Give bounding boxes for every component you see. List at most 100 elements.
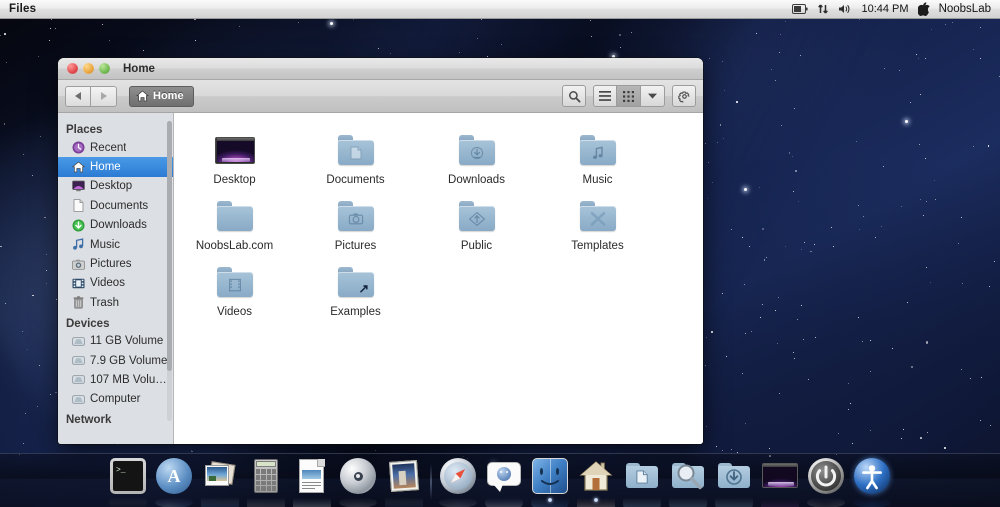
window-toolbar: Home bbox=[58, 80, 703, 113]
sidebar-scrollbar[interactable] bbox=[167, 121, 172, 421]
image-viewer-icon bbox=[385, 457, 423, 495]
accessibility-icon bbox=[853, 457, 891, 495]
back-button[interactable] bbox=[65, 86, 91, 107]
battery-icon[interactable] bbox=[792, 2, 808, 16]
music-icon bbox=[71, 238, 85, 252]
disc-icon bbox=[339, 457, 377, 495]
sidebar-item-desktop[interactable]: Desktop bbox=[58, 177, 173, 196]
file-item-downloads[interactable]: Downloads bbox=[416, 127, 537, 193]
dock-item-file-manager[interactable] bbox=[530, 457, 570, 501]
file-grid[interactable]: Desktop Documents bbox=[174, 113, 703, 444]
menubar-username[interactable]: NoobsLab bbox=[939, 3, 991, 15]
sidebar-item-label: Home bbox=[90, 161, 121, 173]
drive-icon bbox=[71, 334, 85, 348]
window-title: Home bbox=[123, 63, 155, 75]
file-item-templates[interactable]: Templates bbox=[537, 193, 658, 259]
sidebar-item-label: Recent bbox=[90, 142, 126, 154]
dock-item-home-folder[interactable] bbox=[576, 457, 616, 501]
file-row: NoobsLab.com Pictures bbox=[174, 193, 703, 259]
dock-item-app-store[interactable]: A bbox=[154, 457, 194, 501]
file-manager-window: Home Home bbox=[58, 58, 703, 444]
volume-icon[interactable] bbox=[838, 2, 852, 16]
menubar-app-name[interactable]: Files bbox=[0, 3, 36, 15]
chat-bubble-icon bbox=[485, 457, 523, 495]
dock-item-calculator[interactable] bbox=[246, 457, 286, 501]
icon-view-button[interactable] bbox=[617, 85, 641, 107]
folder-downloads-icon bbox=[455, 131, 499, 171]
file-item-desktop[interactable]: Desktop bbox=[174, 127, 295, 193]
breadcrumb-home[interactable]: Home bbox=[129, 86, 194, 107]
file-item-noobslab[interactable]: NoobsLab.com bbox=[174, 193, 295, 259]
file-item-documents[interactable]: Documents bbox=[295, 127, 416, 193]
forward-button[interactable] bbox=[91, 86, 117, 107]
file-item-examples[interactable]: Examples bbox=[295, 259, 416, 325]
sidebar-item-label: Desktop bbox=[90, 180, 132, 192]
file-item-public[interactable]: Public bbox=[416, 193, 537, 259]
dock-item-downloads[interactable] bbox=[714, 457, 754, 501]
sidebar-item-volume-11gb[interactable]: 11 GB Volume bbox=[58, 332, 173, 351]
gear-icon bbox=[678, 90, 691, 103]
dock-item-disc-burner[interactable] bbox=[338, 457, 378, 501]
sidebar-item-label: Computer bbox=[90, 393, 141, 405]
maximize-button[interactable] bbox=[99, 63, 110, 74]
sidebar-item-label: Pictures bbox=[90, 258, 132, 270]
photos-icon bbox=[201, 457, 239, 495]
dock-item-terminal[interactable]: >_ bbox=[108, 457, 148, 501]
dock-item-documents[interactable] bbox=[622, 457, 662, 501]
terminal-icon: >_ bbox=[109, 457, 147, 495]
desktop-icon bbox=[71, 179, 85, 193]
sidebar-item-trash[interactable]: Trash bbox=[58, 293, 173, 312]
view-options-dropdown[interactable] bbox=[641, 85, 665, 107]
file-label: Public bbox=[461, 240, 492, 253]
sidebar-item-home[interactable]: Home bbox=[58, 157, 173, 176]
sidebar-item-label: Videos bbox=[90, 277, 125, 289]
drive-icon bbox=[71, 354, 85, 368]
sidebar-section-network: Network bbox=[58, 409, 173, 428]
dock-item-web-browser[interactable] bbox=[438, 457, 478, 501]
minimize-button[interactable] bbox=[83, 63, 94, 74]
sidebar-item-documents[interactable]: Documents bbox=[58, 196, 173, 215]
sidebar-item-computer[interactable]: Computer bbox=[58, 390, 173, 409]
file-label: Examples bbox=[330, 306, 381, 319]
menubar-clock[interactable]: 10:44 PM bbox=[861, 3, 908, 15]
sidebar-item-label: Documents bbox=[90, 200, 148, 212]
dock-item-show-desktop[interactable] bbox=[760, 457, 800, 501]
file-row: Desktop Documents bbox=[174, 127, 703, 193]
file-label: Pictures bbox=[335, 240, 377, 253]
dock-item-search[interactable] bbox=[668, 457, 708, 501]
apple-logo-icon[interactable] bbox=[918, 2, 930, 16]
dock-item-image-viewer[interactable] bbox=[384, 457, 424, 501]
sidebar-item-volume-107mb[interactable]: 107 MB Volu… bbox=[58, 370, 173, 389]
dock-item-text-editor[interactable] bbox=[292, 457, 332, 501]
compass-icon bbox=[439, 457, 477, 495]
sidebar-item-pictures[interactable]: Pictures bbox=[58, 254, 173, 273]
dock-item-accessibility[interactable] bbox=[852, 457, 892, 501]
menu-bar: Files 10:44 PM NoobsLab bbox=[0, 0, 1000, 19]
file-item-videos[interactable]: Videos bbox=[174, 259, 295, 325]
file-item-pictures[interactable]: Pictures bbox=[295, 193, 416, 259]
file-label: NoobsLab.com bbox=[196, 240, 273, 253]
sidebar: Places Recent Home Desktop bbox=[58, 113, 174, 444]
settings-button[interactable] bbox=[672, 85, 696, 107]
search-button[interactable] bbox=[562, 85, 586, 107]
sidebar-item-downloads[interactable]: Downloads bbox=[58, 216, 173, 235]
file-label: Desktop bbox=[213, 174, 255, 187]
dock-item-power[interactable] bbox=[806, 457, 846, 501]
sidebar-scrollbar-thumb[interactable] bbox=[167, 121, 172, 371]
window-titlebar[interactable]: Home bbox=[58, 58, 703, 80]
dock-item-messenger[interactable] bbox=[484, 457, 524, 501]
network-icon[interactable] bbox=[817, 2, 829, 16]
sidebar-item-music[interactable]: Music bbox=[58, 235, 173, 254]
dock-item-photos[interactable] bbox=[200, 457, 240, 501]
grid-icon bbox=[623, 91, 634, 102]
file-item-music[interactable]: Music bbox=[537, 127, 658, 193]
close-button[interactable] bbox=[67, 63, 78, 74]
file-label: Downloads bbox=[448, 174, 505, 187]
sidebar-item-recent[interactable]: Recent bbox=[58, 138, 173, 157]
search-folder-icon bbox=[669, 457, 707, 495]
documents-icon bbox=[71, 199, 85, 213]
window-controls bbox=[58, 63, 110, 74]
sidebar-item-volume-79gb[interactable]: 7.9 GB Volume bbox=[58, 351, 173, 370]
list-view-button[interactable] bbox=[593, 85, 617, 107]
sidebar-item-videos[interactable]: Videos bbox=[58, 274, 173, 293]
